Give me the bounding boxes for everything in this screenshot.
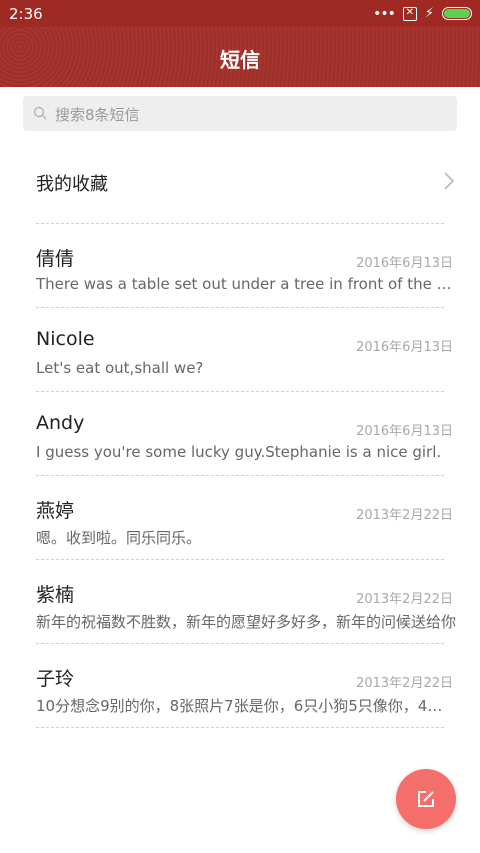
bolt-icon: ⚡ [424,6,434,21]
contact-name: 子玲 [36,668,75,690]
app-header: 短信 [0,27,480,87]
sim-off-icon: ✕ [402,6,417,21]
divider [36,307,444,308]
chevron-right-icon [444,172,455,190]
message-preview: There was a table set out under a tree i… [36,275,456,293]
contact-name: 燕婷 [36,500,75,522]
message-preview: 嗯。收到啦。同乐同乐。 [36,529,202,547]
favorites-label: 我的收藏 [36,174,108,195]
status-icons: ••• ✕ ⚡ [373,6,472,21]
divider [36,727,444,728]
message-row[interactable]: Andy 2016年6月13日 I guess you're some luck… [0,408,480,492]
message-row[interactable]: 燕婷 2013年2月22日 嗯。收到啦。同乐同乐。 [0,492,480,576]
compose-button[interactable] [396,769,456,829]
message-row[interactable]: 紫楠 2013年2月22日 新年的祝福数不胜数，新年的愿望好多好多，新年的问候送… [0,576,480,660]
divider [36,475,444,476]
divider [36,391,444,392]
contact-name: 紫楠 [36,584,75,606]
search-placeholder: 搜索8条短信 [55,106,140,124]
status-bar: 2:36 ••• ✕ ⚡ [0,0,480,27]
favorites-item[interactable]: 我的收藏 [0,152,480,214]
status-time: 2:36 [9,5,43,23]
more-dots-icon: ••• [373,5,396,22]
contact-name: Nicole [36,328,95,350]
message-date: 2016年6月13日 [356,340,453,355]
divider [36,559,444,560]
battery-icon [442,7,472,20]
message-preview: 10分想念9别的你，8张照片7张是你，6只小狗5只像你，4个字 [36,697,456,715]
message-row[interactable]: 倩倩 2016年6月13日 There was a table set out … [0,240,480,324]
compose-icon [418,791,434,807]
search-input[interactable]: 搜索8条短信 [23,96,457,131]
message-date: 2016年6月13日 [356,424,453,439]
message-date: 2013年2月22日 [356,592,453,607]
search-icon [33,106,47,120]
message-preview: I guess you're some lucky guy.Stephanie … [36,443,442,461]
message-preview: 新年的祝福数不胜数，新年的愿望好多好多，新年的问候送给你 [36,613,456,631]
contact-name: Andy [36,412,85,434]
message-date: 2016年6月13日 [356,256,453,271]
divider [36,223,444,224]
message-row[interactable]: Nicole 2016年6月13日 Let's eat out,shall we… [0,324,480,408]
message-row[interactable]: 子玲 2013年2月22日 10分想念9别的你，8张照片7张是你，6只小狗5只像… [0,660,480,744]
message-preview: Let's eat out,shall we? [36,359,204,377]
contact-name: 倩倩 [36,248,75,270]
page-title: 短信 [220,48,260,72]
message-date: 2013年2月22日 [356,676,453,691]
message-date: 2013年2月22日 [356,508,453,523]
divider [36,643,444,644]
